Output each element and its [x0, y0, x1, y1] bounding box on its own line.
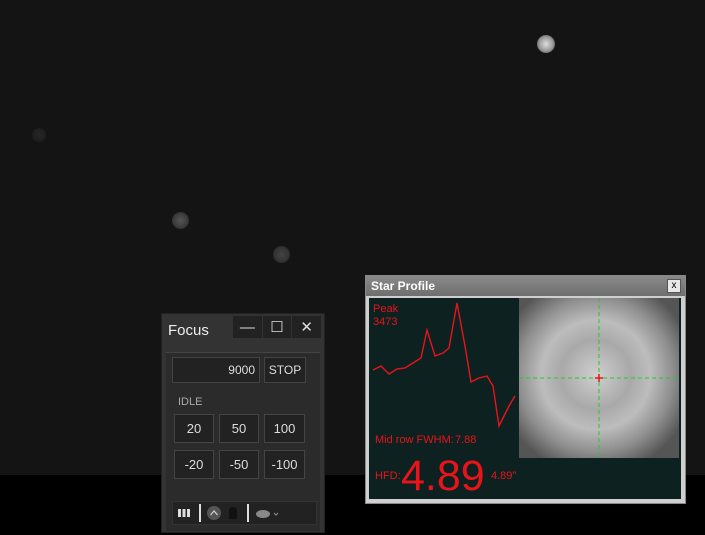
minimize-button[interactable]: — [233, 316, 262, 338]
focuser-status: IDLE [178, 396, 203, 408]
toolbar-divider [247, 504, 249, 522]
star-profile-title: Star Profile [371, 279, 436, 293]
star [32, 128, 46, 142]
star-profile-titlebar[interactable]: Star Profile x [366, 276, 685, 296]
up-arrow-icon[interactable] [205, 505, 223, 521]
focus-toolbar [172, 501, 317, 525]
close-button[interactable]: x [667, 279, 681, 293]
close-button[interactable]: ✕ [291, 316, 321, 338]
stop-button[interactable]: STOP [264, 357, 306, 383]
focus-position-input[interactable] [172, 357, 260, 383]
focus-panel: Focus — ☐ ✕ STOP IDLE 20 50 100 -20 -50 … [161, 313, 325, 533]
step-out-50-button[interactable]: 50 [219, 414, 259, 443]
step-out-100-button[interactable]: 100 [264, 414, 305, 443]
fwhm-value: 7.88 [455, 434, 477, 446]
star [172, 212, 189, 229]
hfd-value: 4.89 [401, 452, 485, 500]
star [273, 246, 290, 263]
star-thumbnail [519, 298, 679, 458]
step-in-100-button[interactable]: -100 [264, 450, 305, 479]
maximize-button[interactable]: ☐ [261, 316, 292, 338]
temperature-icon[interactable] [223, 506, 243, 520]
focus-panel-title: Focus [168, 322, 209, 339]
hfd-label: HFD: [375, 470, 401, 482]
star-profile-area: Peak 3473 Mid row FWHM: 7.88 HFD: 4.89 4… [369, 298, 681, 500]
profile-line [372, 302, 516, 429]
cloud-menu-icon[interactable] [253, 507, 283, 519]
step-in-20-button[interactable]: -20 [174, 450, 214, 479]
hfd-arcsec-value: 4.89" [491, 470, 517, 482]
focus-body: STOP IDLE 20 50 100 -20 -50 -100 [166, 352, 320, 531]
focuser-icon[interactable] [173, 508, 195, 518]
window-controls: — ☐ ✕ [233, 316, 321, 338]
star [537, 35, 555, 53]
step-out-20-button[interactable]: 20 [174, 414, 214, 443]
fwhm-label: Mid row FWHM: [375, 434, 454, 446]
profile-graph [372, 302, 516, 429]
step-in-50-button[interactable]: -50 [219, 450, 259, 479]
star-profile-window: Star Profile x Peak 3473 Mid row FWHM: 7… [365, 275, 686, 504]
toolbar-divider [199, 504, 201, 522]
